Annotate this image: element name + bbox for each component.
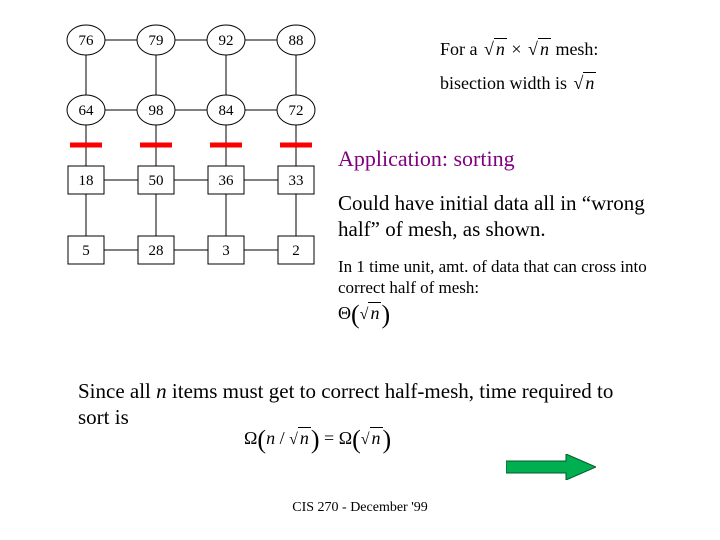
omega-expression: Ω(n / √n) = Ω(√n) [244, 425, 391, 455]
mesh-node-value: 3 [222, 243, 230, 259]
mesh-formula: For a √n × √n mesh: bisection width is √… [440, 32, 598, 100]
application-title: Application: sorting [338, 146, 515, 172]
body-text: Could have initial data all in “wrong ha… [338, 190, 690, 243]
mesh-node-value: 98 [149, 103, 164, 119]
formula-text: For a [440, 39, 482, 59]
formula-text: mesh: [551, 39, 599, 59]
arrow-icon [506, 454, 596, 480]
mesh-node-value: 79 [149, 33, 164, 49]
mesh-node-value: 33 [289, 173, 304, 189]
slide-footer: CIS 270 - December '99 [0, 500, 720, 516]
body-text: In 1 time unit, amt. of data that can cr… [338, 256, 690, 299]
mesh-node-value: 50 [149, 173, 164, 189]
formula-text: × [507, 39, 526, 59]
mesh-node-value: 84 [219, 103, 235, 119]
mesh-node-value: 18 [79, 173, 94, 189]
mesh-node-value: 64 [79, 103, 95, 119]
mesh-node-value: 88 [289, 33, 304, 49]
mesh-node-value: 72 [289, 103, 304, 119]
mesh-node-value: 76 [79, 33, 95, 49]
theta-expression: Θ(√n) [338, 300, 390, 330]
mesh-node-value: 2 [292, 243, 300, 259]
mesh-node-value: 28 [149, 243, 164, 259]
mesh-node-value: 92 [219, 33, 234, 49]
mesh-node-value: 36 [219, 173, 235, 189]
body-text: Since all n items must get to correct ha… [78, 378, 638, 431]
formula-text: bisection width is [440, 73, 572, 93]
mesh-grid-figure: 76 79 92 88 64 98 84 72 18 50 36 33 5 28 3 2 [56, 10, 336, 290]
mesh-node-value: 5 [82, 243, 90, 259]
